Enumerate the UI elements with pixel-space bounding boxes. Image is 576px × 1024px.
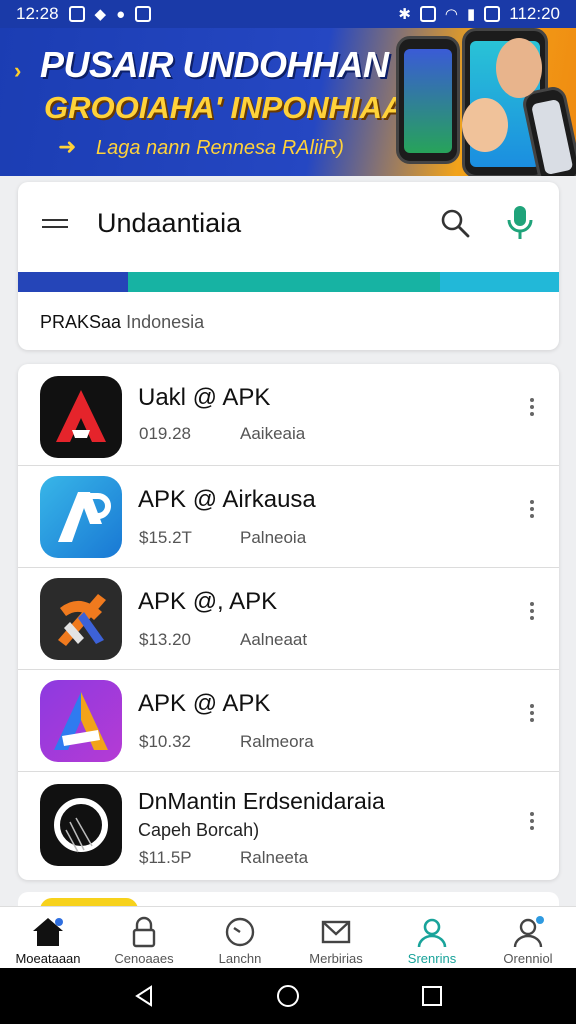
app-category: Aaikeaia xyxy=(240,424,306,443)
banner-title-secondary: GROOIAHA' INPONHIAA xyxy=(44,90,405,125)
nav-messages[interactable]: Merbirias xyxy=(288,907,384,968)
home-button-icon[interactable] xyxy=(276,984,300,1008)
home-icon xyxy=(33,918,63,946)
app-size: $11.5P xyxy=(139,848,192,867)
more-options-icon[interactable] xyxy=(528,704,536,724)
phone-illustration xyxy=(396,36,460,164)
promo-banner[interactable]: › PUSAIR UNDOHHAN GROOIAHA' INPONHIAA ➜ … xyxy=(0,28,576,176)
bluetooth-icon: ✱ xyxy=(398,6,411,23)
app-name: APK @ Airkausa xyxy=(138,486,316,513)
region-label[interactable]: PRAKSaa Indonesia xyxy=(40,312,204,333)
color-divider xyxy=(18,272,559,292)
app-name: APK @ APK xyxy=(138,690,271,717)
app-name: DnMantin Erdsenidaraia xyxy=(138,788,385,814)
nav-label: Lanchn xyxy=(218,951,262,966)
bottom-nav: Moeataaan Cenoaaes Lanchn Merbirias Sren… xyxy=(0,906,576,968)
app-size: $10.32 xyxy=(139,732,191,751)
status-time: 12:28 xyxy=(16,4,59,23)
nfc-icon xyxy=(419,6,436,22)
menu-icon[interactable] xyxy=(42,219,68,235)
wifi-icon: ◠ xyxy=(444,6,458,23)
image-icon xyxy=(135,6,152,22)
arrow-right-icon: ➜ xyxy=(58,134,77,159)
nav-account[interactable]: Orenniol xyxy=(480,907,576,968)
region-name: Indonesia xyxy=(126,312,205,332)
app-size: 019.28 xyxy=(139,424,191,443)
system-navigation-bar xyxy=(0,968,576,1024)
app-name: Uakl @ APK xyxy=(138,384,271,411)
list-item[interactable]: DnMantin Erdsenidaraia Capeh Borcah) $11… xyxy=(18,772,559,880)
more-options-icon[interactable] xyxy=(528,398,536,418)
app-name: APK @, APK xyxy=(138,588,278,615)
user-icon xyxy=(417,918,447,948)
nav-label: Orenniol xyxy=(503,951,553,966)
nav-security[interactable]: Cenoaaes xyxy=(96,907,192,968)
notification-icon xyxy=(68,6,85,22)
status-time-right: 112:20 xyxy=(509,4,560,23)
app-subtitle: Capeh Borcah) xyxy=(138,820,260,840)
orange-x-icon xyxy=(40,578,122,660)
app-list: Uakl @ APK 019.28 Aaikeaia APK @ Airkaus… xyxy=(18,364,559,880)
app-size: $15.2T xyxy=(139,528,192,547)
status-bar: 12:28 ◆ ● ✱ ◠ ▮ 112:20 xyxy=(0,0,576,28)
nav-label: Merbirias xyxy=(309,951,363,966)
nav-home[interactable]: Moeataaan xyxy=(0,907,96,968)
app-size: $13.20 xyxy=(139,630,191,649)
app-category: Ralneeta xyxy=(240,848,309,867)
back-icon[interactable] xyxy=(132,984,156,1008)
banner-subtitle: Laga nann Rennesa RAliiR) xyxy=(96,137,344,159)
more-options-icon[interactable] xyxy=(528,812,536,832)
nav-label: Moeataaan xyxy=(15,951,81,966)
search-card: Undaantiaia PRAKSaa Indonesia xyxy=(18,182,559,350)
more-options-icon[interactable] xyxy=(528,602,536,622)
app-category: Palneoia xyxy=(240,528,307,547)
mic-icon[interactable] xyxy=(504,204,536,242)
search-icon[interactable] xyxy=(438,206,472,240)
list-item[interactable]: Uakl @ APK 019.28 Aaikeaia xyxy=(18,364,559,466)
list-item[interactable]: APK @, APK $13.20 Aalneaat xyxy=(18,568,559,670)
battery-icon xyxy=(484,6,501,22)
arrow-right-icon: › xyxy=(14,58,22,83)
nav-profile[interactable]: Srenrins xyxy=(384,907,480,968)
black-circle-icon xyxy=(40,784,122,866)
banner-title: PUSAIR UNDOHHAN xyxy=(40,44,389,85)
search-title[interactable]: Undaantiaia xyxy=(97,208,241,239)
location-icon: ● xyxy=(116,5,126,23)
mail-icon xyxy=(321,920,351,944)
list-item[interactable]: APK @ Airkausa $15.2T Palneoia xyxy=(18,466,559,568)
recents-icon[interactable] xyxy=(420,984,444,1008)
signal-icon: ▮ xyxy=(467,6,476,23)
region-code: PRAKSaa xyxy=(40,312,122,332)
game-icon: ◆ xyxy=(94,6,107,23)
person-illustration xyxy=(496,38,542,98)
list-item[interactable]: APK @ APK $10.32 Ralmeora xyxy=(18,670,559,772)
person-illustration xyxy=(462,98,508,152)
blue-ap-icon xyxy=(40,476,122,558)
red-a-icon xyxy=(40,376,122,458)
lock-icon xyxy=(132,916,156,948)
more-options-icon[interactable] xyxy=(528,500,536,520)
nav-label: Cenoaaes xyxy=(114,951,174,966)
purple-a-icon xyxy=(40,680,122,762)
app-category: Ralmeora xyxy=(240,732,314,751)
account-icon xyxy=(513,916,544,948)
nav-label: Srenrins xyxy=(407,951,457,966)
clock-icon xyxy=(225,917,255,947)
nav-launch[interactable]: Lanchn xyxy=(192,907,288,968)
app-category: Aalneaat xyxy=(240,630,308,649)
